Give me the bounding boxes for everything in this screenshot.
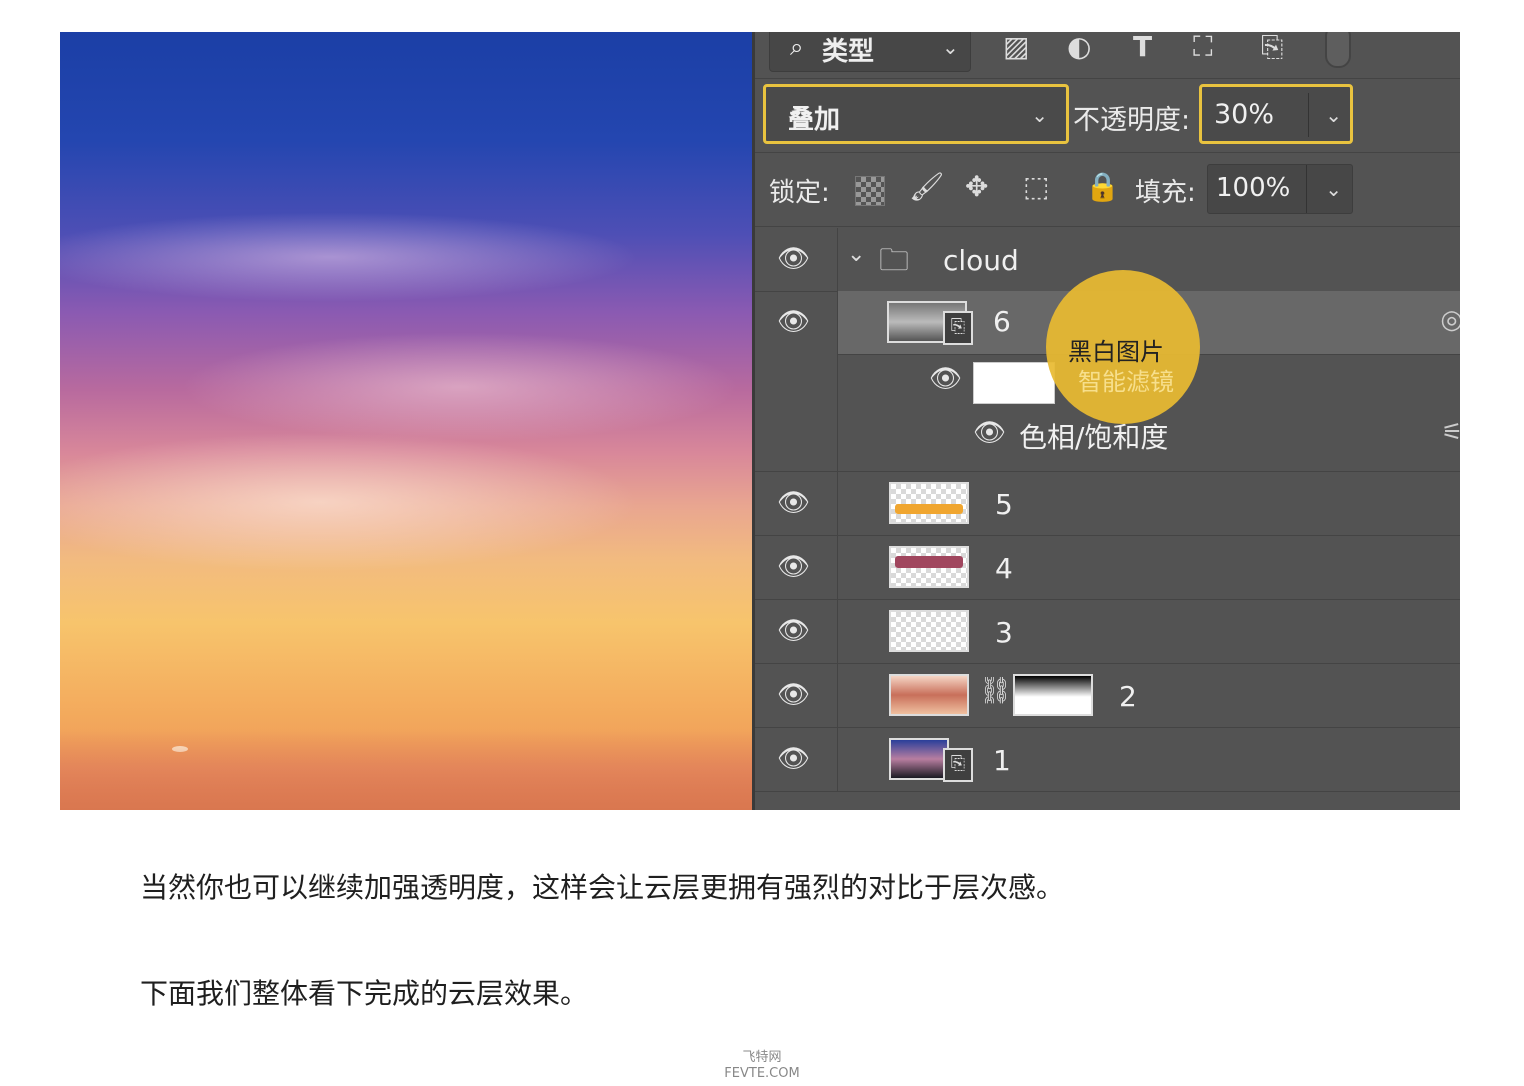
brush-icon[interactable]: 🖌 [909,170,945,203]
chevron-down-icon: ⌄ [1031,103,1048,127]
layer-thumbnail [889,546,969,588]
smart-filter-name: 色相/饱和度 [1019,421,1169,454]
artboard-icon[interactable]: ⬚ [1023,170,1049,203]
mountain-silhouette [60,730,752,810]
lock-transparent-pixels-icon[interactable] [855,176,885,206]
link-icon[interactable]: ⛓ [979,676,1012,706]
layer-filter-row: ⌕ 类型 ⌄ ▨ ◐ T ⛶ ⎘ [755,32,1460,79]
adjustment-icon[interactable]: ◐ [1067,32,1091,63]
text-icon[interactable]: T [1133,32,1152,63]
eye-icon[interactable]: 👁 [777,616,810,646]
fill-label: 填充: [1135,178,1196,208]
chevron-down-icon: ⌄ [942,35,959,59]
layer-name: 2 [1119,680,1137,713]
layer-mask-thumbnail [1013,674,1093,716]
fill-field[interactable]: 100% ⌄ [1207,164,1353,214]
layer-2[interactable]: 👁 ⛓ 2 [755,664,1460,728]
filter-type-label: 类型 [822,37,875,67]
smart-object-badge-icon: ⎘ [943,311,973,345]
layer-name: cloud [943,244,1019,277]
layer-name: 3 [995,616,1013,649]
opacity-value: 30% [1214,99,1275,130]
eye-icon[interactable]: 👁 [777,307,810,337]
annotation-line2: 智能滤镜 [1078,368,1174,396]
eye-icon[interactable]: 👁 [929,364,962,394]
watermark-line1: 飞特网 [742,1050,782,1065]
eye-icon[interactable]: 👁 [777,744,810,774]
filter-options-icon[interactable]: ⚟ [1441,418,1460,446]
layer-thumbnail [889,482,969,524]
opacity-field[interactable]: 30% ⌄ [1199,84,1353,144]
eye-icon[interactable]: 👁 [973,418,1006,448]
blend-row: 叠加 ⌄ 不透明度: 30% ⌄ [755,84,1460,153]
chevron-down-icon: ⌄ [1325,103,1342,127]
eye-icon[interactable]: 👁 [777,680,810,710]
folder-icon: 🗀 [879,243,909,278]
lock-icon[interactable]: 🔒 [1085,170,1120,203]
layer-name: 1 [993,744,1011,777]
layer-4[interactable]: 👁 4 [755,536,1460,600]
layer-thumbnail [889,674,969,716]
eye-icon[interactable]: 👁 [777,244,810,274]
blend-mode-value: 叠加 [788,105,841,135]
smart-filter-link-icon[interactable]: ◎ [1440,305,1460,335]
filter-mask-thumbnail [973,362,1055,404]
blend-mode-select[interactable]: 叠加 ⌄ [763,84,1069,144]
tutorial-figure: ⌕ 类型 ⌄ ▨ ◐ T ⛶ ⎘ 叠加 ⌄ 不透明度: 30% ⌄ 锁定: 🖌 … [60,32,1460,810]
lock-row: 锁定: 🖌 ✥ ⬚ 🔒 填充: 100% ⌄ [755,158,1460,227]
layer-3[interactable]: 👁 3 [755,600,1460,664]
layer-1[interactable]: 👁 ⎘ 1 [755,728,1460,792]
lock-label: 锁定: [769,178,830,208]
move-icon[interactable]: ✥ [965,170,988,203]
fill-value: 100% [1216,173,1291,203]
layer-thumbnail [889,738,949,780]
filter-toggle[interactable] [1325,32,1351,68]
eye-icon[interactable]: 👁 [777,488,810,518]
article-paragraph-1: 当然你也可以继续加强透明度，这样会让云层更拥有强烈的对比于层次感。 [140,871,1065,904]
layer-filter-select[interactable]: ⌕ 类型 ⌄ [769,32,971,72]
thumbnail-bar [895,504,963,514]
sunset-sky-image [60,32,752,810]
article-paragraph-2: 下面我们整体看下完成的云层效果。 [140,977,589,1010]
image-icon[interactable]: ▨ [1003,32,1029,63]
layer-name: 4 [995,552,1013,585]
eye-icon[interactable]: 👁 [777,552,810,582]
watermark-line2: FEVTE.COM [724,1066,800,1081]
layer-5[interactable]: 👁 5 [755,472,1460,536]
layer-thumbnail [889,610,969,652]
chevron-down-icon: ⌄ [1325,177,1342,201]
smart-object-icon[interactable]: ⎘ [1261,32,1283,64]
chevron-down-icon[interactable]: ⌄ [847,242,865,267]
layer-name: 6 [993,305,1011,338]
annotation-circle: 黑白图片 智能滤镜 [1046,270,1200,424]
smart-object-badge-icon: ⎘ [943,748,973,782]
opacity-label: 不透明度: [1073,105,1191,136]
search-icon: ⌕ [790,33,804,61]
layer-name: 5 [995,488,1013,521]
shape-icon[interactable]: ⛶ [1193,32,1213,64]
